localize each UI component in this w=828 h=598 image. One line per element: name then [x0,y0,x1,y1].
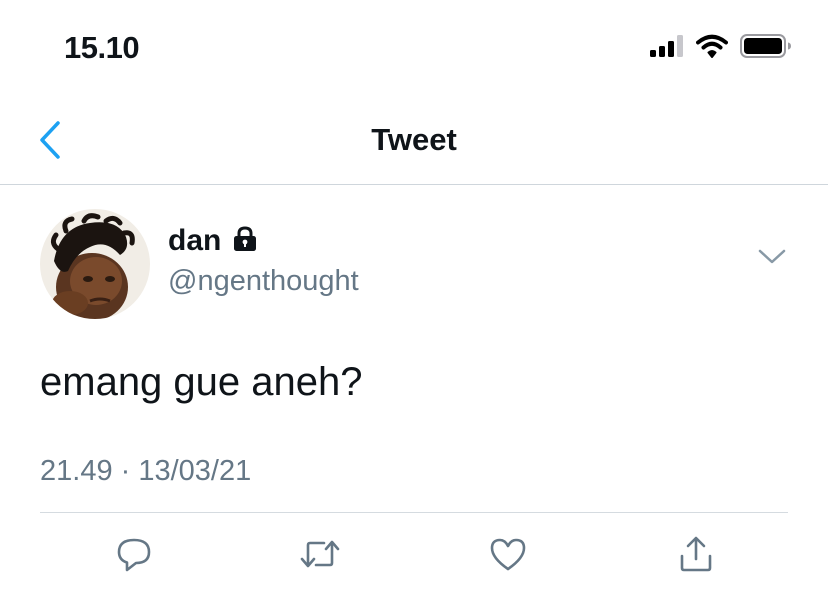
navigation-bar: Tweet [0,100,828,185]
status-icons [650,34,792,63]
tweet-actions [0,528,828,584]
retweet-icon [298,535,342,578]
like-button[interactable] [484,528,532,584]
lock-icon [231,225,259,258]
reply-icon [115,535,153,578]
tweet-timestamp: 21.49 · 13/03/21 [40,455,252,487]
status-bar: 15.10 [0,0,828,100]
display-name[interactable]: dan [168,223,221,259]
name-row: dan [168,223,359,259]
tweet-menu-button[interactable] [756,247,788,271]
reply-button[interactable] [110,528,158,584]
heart-icon [488,535,528,578]
avatar[interactable] [40,209,150,319]
share-icon [677,535,715,578]
status-time: 15.10 [64,30,140,65]
battery-icon [740,34,792,63]
cellular-signal-icon [650,35,684,62]
user-handle[interactable]: @ngenthought [168,263,359,299]
share-button[interactable] [672,528,720,584]
wifi-icon [696,34,728,63]
tweet-author: dan @ngenthought [168,223,359,299]
divider [40,512,788,513]
chevron-down-icon [758,249,786,270]
tweet-text: emang gue aneh? [40,360,363,404]
page-title: Tweet [371,122,457,157]
retweet-button[interactable] [296,528,344,584]
